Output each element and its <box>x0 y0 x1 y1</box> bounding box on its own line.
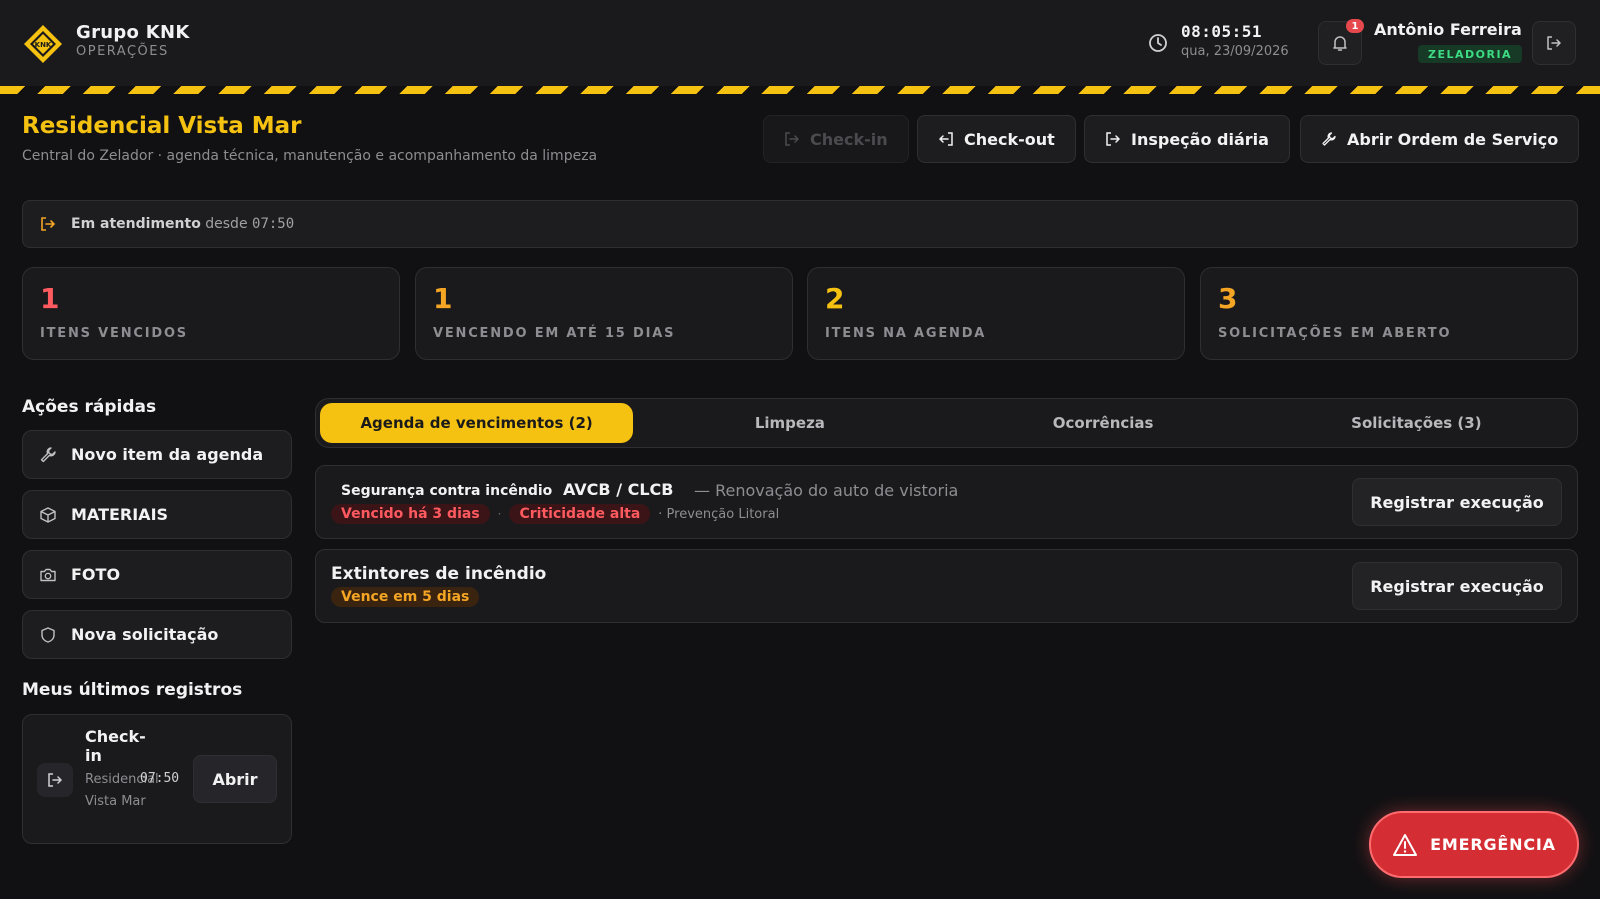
quick-action-label: Novo item da agenda <box>71 445 264 464</box>
emergency-label: EMERGÊNCIA <box>1430 835 1556 854</box>
warning-icon <box>1393 833 1418 856</box>
criticality-badge: Criticidade alta <box>509 504 651 524</box>
quick-actions-title: Ações rápidas <box>22 397 157 417</box>
checkin-label: Check-in <box>810 129 888 149</box>
register-execution-button[interactable]: Registrar execução <box>1352 562 1562 610</box>
agenda-item-provider: · Prevenção Litoral <box>658 506 780 522</box>
agenda-item-tags: Vencido há 3 dias · Criticidade alta · P… <box>331 504 779 524</box>
camera-icon <box>40 568 56 581</box>
login-icon <box>785 132 800 146</box>
page-title: Residencial Vista Mar <box>22 113 302 139</box>
record-time: 07:50 <box>140 771 180 786</box>
daily-inspection-button[interactable]: Inspeção diária <box>1084 115 1290 163</box>
notification-badge: 1 <box>1346 19 1364 33</box>
logo-text: KNK <box>35 41 52 49</box>
checkin-icon <box>48 773 63 787</box>
checkout-icon <box>938 132 953 146</box>
top-bar: KNK Grupo KNK OPERAÇÕES 08:05:51 qua, 23… <box>0 0 1600 86</box>
login-icon <box>41 217 56 231</box>
agenda-item-name: Extintores de incêndio <box>331 564 547 584</box>
hazard-stripe-divider <box>0 86 1600 94</box>
stat-label: SOLICITAÇÕES EM ABERTO <box>1218 326 1452 341</box>
stat-label: ITENS VENCIDOS <box>40 326 188 341</box>
content-tabs: Agenda de vencimentos (2) Limpeza Ocorrê… <box>315 398 1578 448</box>
status-since: desde <box>205 216 248 232</box>
tab-cleaning[interactable]: Limpeza <box>633 403 946 443</box>
stat-value: 1 <box>40 282 60 315</box>
user-role-badge: ZELADORIA <box>1418 45 1523 63</box>
last-records-title: Meus últimos registros <box>22 680 243 700</box>
materials-button[interactable]: MATERIAIS <box>22 490 292 539</box>
stat-label: VENCENDO EM ATÉ 15 DIAS <box>433 326 676 341</box>
brand-subtitle: OPERAÇÕES <box>76 44 169 59</box>
quick-action-label: Nova solicitação <box>71 625 219 644</box>
agenda-item-category: Segurança contra incêndio <box>341 483 553 499</box>
logout-button[interactable] <box>1532 21 1576 65</box>
checkout-label: Check-out <box>964 129 1055 149</box>
stat-card-due-soon[interactable]: 1 VENCENDO EM ATÉ 15 DIAS <box>415 267 793 360</box>
open-service-order-button[interactable]: Abrir Ordem de Serviço <box>1300 115 1580 163</box>
record-card: Check-in Residencial Vista Mar 07:50 Abr… <box>22 714 292 844</box>
stat-label: ITENS NA AGENDA <box>825 326 987 341</box>
knk-logo-icon: KNK <box>24 25 62 63</box>
agenda-item-name: AVCB / CLCB <box>563 480 674 499</box>
record-open-button[interactable]: Abrir <box>193 755 277 803</box>
stat-value: 2 <box>825 282 845 315</box>
stat-card-overdue[interactable]: 1 ITENS VENCIDOS <box>22 267 400 360</box>
inspection-icon <box>1106 132 1121 146</box>
photo-button[interactable]: FOTO <box>22 550 292 599</box>
user-name: Antônio Ferreira <box>1374 20 1522 39</box>
stat-card-agenda-items[interactable]: 2 ITENS NA AGENDA <box>807 267 1185 360</box>
logout-icon <box>1547 36 1561 50</box>
due-soon-badge: Vence em 5 dias <box>331 587 480 607</box>
shield-icon <box>41 626 55 643</box>
clock-time: 08:05:51 <box>1181 22 1263 41</box>
bell-icon <box>1333 36 1347 51</box>
new-request-button[interactable]: Nova solicitação <box>22 610 292 659</box>
attendance-status-bar: Em atendimento desde 07:50 <box>22 200 1578 248</box>
page-subtitle: Central do Zelador · agenda técnica, man… <box>22 148 598 164</box>
clock-icon <box>1149 34 1167 52</box>
wrench-icon <box>40 446 56 462</box>
open-order-label: Abrir Ordem de Serviço <box>1347 129 1559 149</box>
emergency-button[interactable]: EMERGÊNCIA <box>1369 811 1579 878</box>
stat-card-open-requests[interactable]: 3 SOLICITAÇÕES EM ABERTO <box>1200 267 1578 360</box>
status-time: 07:50 <box>252 216 295 232</box>
stat-value: 1 <box>433 282 453 315</box>
quick-action-label: MATERIAIS <box>71 505 169 524</box>
status-label: Em atendimento <box>71 216 201 232</box>
tab-occurrences[interactable]: Ocorrências <box>947 403 1260 443</box>
agenda-item: Segurança contra incêndio AVCB / CLCB — … <box>315 465 1578 539</box>
clock-date: qua, 23/09/2026 <box>1181 44 1289 59</box>
stat-value: 3 <box>1218 282 1238 315</box>
checkout-button[interactable]: Check-out <box>917 115 1076 163</box>
overdue-badge: Vencido há 3 dias <box>331 504 490 524</box>
checkin-button[interactable]: Check-in <box>763 115 909 163</box>
wrench-icon <box>1322 132 1336 146</box>
brand-name: Grupo KNK <box>76 22 190 43</box>
new-agenda-item-button[interactable]: Novo item da agenda <box>22 430 292 479</box>
box-icon <box>40 506 56 523</box>
agenda-item-description: — Renovação do auto de vistoria <box>694 481 959 500</box>
quick-action-label: FOTO <box>71 565 121 584</box>
register-execution-button[interactable]: Registrar execução <box>1352 478 1562 526</box>
agenda-item-tags: Vence em 5 dias <box>331 587 480 607</box>
tab-requests[interactable]: Solicitações (3) <box>1260 403 1573 443</box>
agenda-item: Extintores de incêndio Vence em 5 dias R… <box>315 549 1578 623</box>
tab-agenda[interactable]: Agenda de vencimentos (2) <box>320 403 634 443</box>
inspection-label: Inspeção diária <box>1131 129 1269 149</box>
record-type: Check-in <box>85 727 146 765</box>
record-type-icon-wrapper <box>37 763 73 797</box>
